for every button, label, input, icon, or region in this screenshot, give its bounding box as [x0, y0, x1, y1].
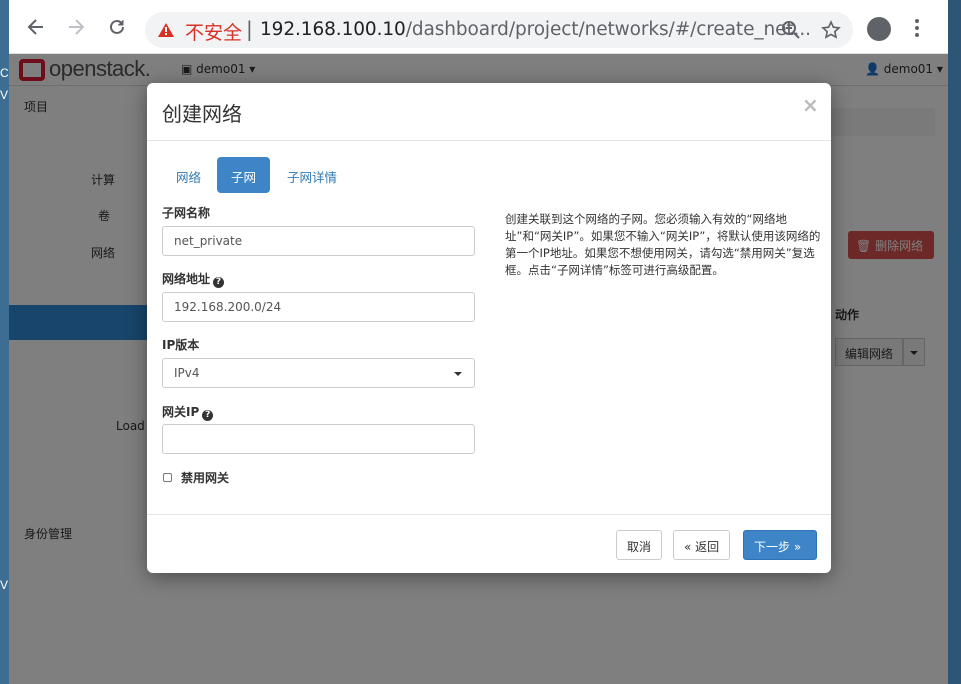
dialog-header: 创建网络 ×: [147, 83, 831, 141]
url-host: 192.168.100.10: [260, 19, 406, 40]
chevron-down-icon: [454, 372, 462, 376]
browser-toolbar: 不安全 | 192.168.100.10/dashboard/project/n…: [9, 0, 948, 54]
help-icon[interactable]: ?: [202, 410, 214, 421]
bookmark-star-icon[interactable]: [821, 20, 841, 40]
browser-window: 不安全 | 192.168.100.10/dashboard/project/n…: [9, 0, 948, 684]
tab-subnet[interactable]: 子网: [217, 157, 270, 193]
tab-network[interactable]: 网络: [165, 157, 212, 193]
dialog-title: 创建网络: [162, 102, 242, 126]
create-network-dialog: 创建网络 × 网络 子网 子网详情 子网名称 net_private 网络地址?…: [147, 83, 831, 573]
forward-icon[interactable]: [63, 14, 89, 40]
cancel-button[interactable]: 取消: [616, 530, 663, 560]
help-icon[interactable]: ?: [213, 277, 225, 288]
disable-gateway-label[interactable]: 禁用网关: [181, 469, 229, 486]
url-separator: |: [246, 17, 253, 41]
warning-icon: [158, 23, 174, 37]
subnet-name-label: 子网名称: [162, 206, 211, 220]
network-address-label: 网络地址?: [162, 270, 225, 288]
close-icon[interactable]: ×: [802, 93, 819, 117]
ip-version-label: IP版本: [162, 338, 200, 352]
address-bar[interactable]: 不安全 | 192.168.100.10/dashboard/project/n…: [145, 12, 853, 48]
zoom-icon[interactable]: [781, 20, 801, 40]
gateway-ip-label-text: 网关IP: [162, 405, 200, 419]
ip-version-value: IPv4: [174, 366, 200, 380]
back-icon[interactable]: [23, 14, 49, 40]
tab-subnet-details[interactable]: 子网详情: [280, 157, 344, 193]
desktop-right-strip: [948, 0, 961, 684]
desktop-left-strip: C V V: [0, 0, 9, 684]
network-address-input[interactable]: 192.168.200.0/24: [162, 292, 475, 322]
next-button[interactable]: 下一步 »: [743, 530, 817, 560]
ip-version-select[interactable]: IPv4: [162, 358, 475, 388]
desktop-letter: V: [0, 88, 9, 102]
subnet-name-input[interactable]: net_private: [162, 226, 475, 256]
gateway-ip-input[interactable]: [162, 424, 475, 454]
network-address-label-text: 网络地址: [162, 272, 211, 286]
dialog-footer: 取消 « 返回 下一步 »: [147, 514, 831, 573]
desktop-letter: C: [0, 66, 9, 80]
gateway-ip-label: 网关IP?: [162, 403, 214, 421]
browser-menu-icon[interactable]: [915, 19, 919, 40]
desktop-letter: V: [0, 578, 9, 592]
security-label[interactable]: 不安全: [185, 18, 242, 45]
url-text[interactable]: 192.168.100.10/dashboard/project/network…: [260, 19, 811, 40]
back-button[interactable]: « 返回: [673, 530, 731, 560]
profile-avatar-icon[interactable]: [867, 17, 891, 41]
disable-gateway-checkbox[interactable]: [163, 473, 172, 482]
subnet-help-text: 创建关联到这个网络的子网。您必须输入有效的“网络地址”和“网关IP”。如果您不输…: [505, 212, 821, 277]
url-path: /dashboard/project/networks/#/create_net…: [405, 19, 811, 40]
reload-icon[interactable]: [104, 14, 130, 40]
